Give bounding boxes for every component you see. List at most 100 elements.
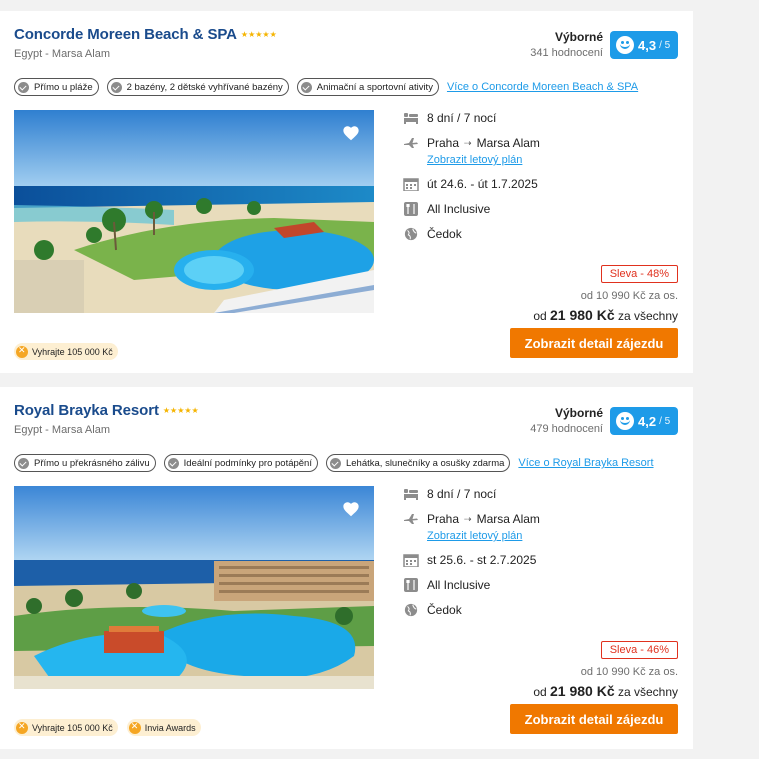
star-icon: ★ — [269, 29, 277, 39]
award-icon — [128, 721, 141, 734]
hotel-location: Egypt - Marsa Alam — [14, 424, 110, 436]
promo-badge[interactable]: Invia Awards — [126, 719, 201, 736]
price-per-person: od 10 990 Kč za os. — [580, 290, 678, 302]
promo-badge-label: Vyhrajte 105 000 Kč — [32, 722, 113, 733]
rating-count[interactable]: 341 hodnocení — [530, 47, 603, 59]
hotel-photo[interactable] — [14, 486, 374, 689]
star-rating: ★ ★ ★ ★ ★ — [162, 405, 199, 415]
globe-icon — [403, 603, 419, 617]
flight-row: Praha ⇢ Marsa Alam — [403, 511, 540, 527]
operator-text: Čedok — [427, 227, 462, 241]
hotel-title-row: Concorde Moreen Beach & SPA ★ ★ ★ ★ ★ — [14, 26, 277, 43]
star-icon: ★ — [262, 29, 270, 39]
more-about-hotel-link[interactable]: Více o Royal Brayka Resort — [518, 457, 653, 469]
feature-tags: Přímo u překrásného zálivu Ideální podmí… — [14, 454, 654, 472]
dates-text: út 24.6. - út 1.7.2025 — [427, 177, 538, 191]
feature-tag-label: Přímo u pláže — [34, 81, 93, 93]
arrow-right-icon: ⇢ — [464, 137, 472, 148]
departure-city: Praha — [427, 136, 460, 150]
feature-tags: Přímo u pláže 2 bazény, 2 dětské vyhříva… — [14, 78, 638, 96]
star-icon: ★ — [248, 29, 256, 39]
star-icon: ★ — [162, 405, 171, 415]
operator-row: Čedok — [403, 226, 540, 242]
favorite-heart-icon[interactable] — [342, 125, 360, 141]
rating-summary: Výborné 479 hodnocení — [530, 406, 603, 435]
board-row: All Inclusive — [403, 201, 540, 217]
hotel-photo-image — [14, 486, 374, 689]
smile-icon — [616, 412, 634, 430]
hotel-card: Royal Brayka Resort ★ ★ ★ ★ ★ Egypt - Marsa … — [0, 387, 693, 749]
rating-count[interactable]: 479 hodnocení — [530, 423, 603, 435]
star-icon: ★ — [177, 405, 185, 415]
price-total: 21 980 Kč — [550, 307, 615, 323]
hotel-name-link[interactable]: Royal Brayka Resort — [14, 402, 159, 419]
award-icon — [16, 345, 28, 358]
flight-plan-link[interactable]: Zobrazit letový plán — [427, 530, 540, 542]
hotel-photo-image — [14, 110, 374, 313]
feature-tag: Přímo u překrásného zálivu — [14, 454, 156, 472]
star-icon: ★ — [184, 405, 192, 415]
globe-icon — [403, 227, 419, 241]
trip-details: 8 dní / 7 nocí Praha ⇢ Marsa Alam Zobraz… — [403, 110, 540, 242]
feature-tag: 2 bazény, 2 dětské vyhřívané bazény — [106, 78, 289, 96]
operator-text: Čedok — [427, 603, 462, 617]
favorite-heart-icon[interactable] — [342, 501, 360, 517]
show-detail-button[interactable]: Zobrazit detail zájezdu — [510, 328, 678, 358]
discount-badge: Sleva - 48% — [600, 265, 678, 283]
rating-word: Výborné — [554, 30, 603, 44]
board-row: All Inclusive — [403, 577, 540, 593]
promo-badge[interactable]: Vyhrajte 105 000 Kč — [14, 719, 118, 736]
hotel-title-row: Royal Brayka Resort ★ ★ ★ ★ ★ — [14, 402, 199, 419]
award-icon — [16, 721, 28, 734]
hotel-location: Egypt - Marsa Alam — [14, 48, 110, 60]
show-detail-button[interactable]: Zobrazit detail zájezdu — [510, 704, 678, 734]
rating-badge[interactable]: 4,2 / 5 — [610, 407, 678, 435]
arrow-right-icon: ⇢ — [464, 513, 472, 524]
smile-icon — [616, 36, 634, 54]
rating-summary: Výborné 341 hodnocení — [530, 30, 603, 59]
more-about-hotel-link[interactable]: Více o Concorde Moreen Beach & SPA — [447, 81, 638, 93]
hotel-name-link[interactable]: Concorde Moreen Beach & SPA — [14, 26, 237, 43]
arrival-city: Marsa Alam — [476, 512, 540, 526]
duration-row: 8 dní / 7 nocí — [403, 486, 540, 502]
rating-max: / 5 — [659, 39, 671, 51]
plane-icon — [403, 512, 419, 526]
bed-icon — [403, 487, 419, 501]
arrival-city: Marsa Alam — [476, 136, 540, 150]
duration-text: 8 dní / 7 nocí — [427, 111, 497, 125]
feature-tag: Animační a sportovní ativity — [296, 78, 439, 96]
star-rating: ★ ★ ★ ★ ★ — [240, 29, 277, 39]
trip-details: 8 dní / 7 nocí Praha ⇢ Marsa Alam Zobraz… — [403, 486, 540, 618]
rating-badge[interactable]: 4,3 / 5 — [610, 31, 678, 59]
hotel-photo[interactable] — [14, 110, 374, 313]
feature-tag-label: Animační a sportovní ativity — [316, 81, 433, 93]
star-icon: ★ — [170, 405, 178, 415]
star-icon: ★ — [191, 405, 199, 415]
flight-row: Praha ⇢ Marsa Alam — [403, 135, 540, 151]
star-icon: ★ — [255, 29, 263, 39]
calendar-icon — [403, 177, 419, 192]
promo-badges: Vyhrajte 105 000 Kč Invia Awards — [14, 719, 210, 736]
star-icon: ★ — [240, 29, 249, 39]
check-icon — [329, 457, 341, 469]
feature-tag-label: Lehátka, slunečníky a osušky zdarma — [345, 457, 505, 469]
feature-tag: Lehátka, slunečníky a osušky zdarma — [325, 454, 511, 472]
total-price: od 21 980 Kč za všechny — [533, 683, 678, 699]
departure-city: Praha — [427, 512, 460, 526]
price-total: 21 980 Kč — [550, 683, 615, 699]
promo-badge-label: Invia Awards — [144, 722, 196, 733]
plane-icon — [403, 136, 419, 150]
promo-badge[interactable]: Vyhrajte 105 000 Kč — [14, 343, 118, 360]
cutlery-icon — [403, 578, 419, 592]
promo-badges: Vyhrajte 105 000 Kč — [14, 343, 127, 360]
dates-row: st 25.6. - st 2.7.2025 — [403, 552, 540, 568]
feature-tag-label: Ideální podmínky pro potápění — [183, 457, 312, 469]
flight-plan-link[interactable]: Zobrazit letový plán — [427, 154, 540, 166]
price-prefix: od — [533, 685, 547, 699]
rating-word: Výborné — [554, 406, 603, 420]
feature-tag-label: 2 bazény, 2 dětské vyhřívané bazény — [126, 81, 283, 93]
price-prefix: od — [533, 309, 547, 323]
check-icon — [18, 457, 29, 469]
total-price: od 21 980 Kč za všechny — [533, 307, 678, 323]
discount-badge: Sleva - 46% — [600, 641, 678, 659]
